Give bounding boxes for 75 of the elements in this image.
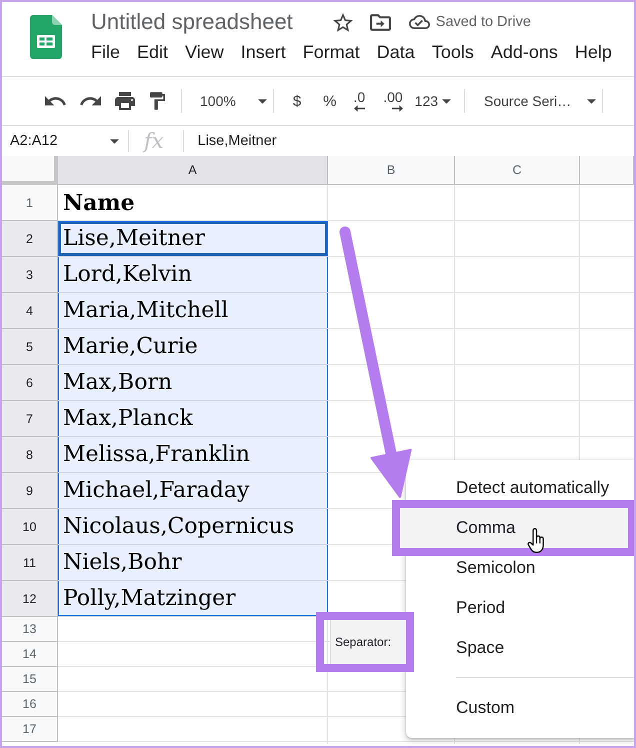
table-cell: Max,Born (58, 365, 328, 401)
format-button[interactable]: $ (284, 87, 310, 115)
cloud-check-icon (408, 15, 430, 29)
menu-item[interactable]: Format (302, 41, 360, 63)
table-cell: Niels,Bohr (58, 545, 328, 581)
zoom-dropdown[interactable]: 100% (188, 87, 267, 115)
table-cell: Max,Planck (58, 401, 328, 437)
caret-icon (587, 98, 596, 104)
row-header[interactable]: 2 (2, 221, 58, 257)
menu-item[interactable]: Semicolon (416, 556, 634, 580)
menu-item[interactable]: Period (416, 596, 634, 620)
column-header[interactable]: A (58, 156, 328, 185)
arrow-left-icon (354, 105, 366, 112)
row-header[interactable]: 11 (2, 545, 58, 581)
row-header[interactable]: 1 (2, 185, 58, 221)
arrow-right-icon (392, 105, 403, 112)
paint-roller-icon[interactable] (150, 92, 165, 110)
printer-icon[interactable] (115, 92, 135, 110)
column-header[interactable]: B (328, 156, 455, 185)
menu-item[interactable]: File (91, 41, 120, 63)
caret-icon (258, 98, 267, 104)
table-cell: Lord,Kelvin (58, 257, 328, 293)
save-status: Saved to Drive (436, 14, 531, 30)
hand-cursor-icon (527, 528, 544, 553)
table-cell: Michael,Faraday (58, 473, 328, 509)
caret-icon (110, 138, 119, 144)
table-cell: Nicolaus,Copernicus (58, 509, 328, 545)
table-cell: Marie,Curie (58, 329, 328, 365)
folder-arrow-icon[interactable] (370, 14, 391, 30)
star-icon[interactable] (332, 12, 353, 32)
menu-item[interactable]: Help (574, 41, 612, 63)
menu-item[interactable]: Data (376, 41, 415, 63)
table-cell: Melissa,Franklin (58, 437, 328, 473)
row-header[interactable]: 13 (2, 617, 58, 642)
table-cell: Lise,Meitner (58, 221, 328, 257)
decimal-button[interactable]: .0 (352, 87, 368, 115)
formula-field[interactable]: Lise,Meitner (184, 126, 634, 156)
menu-item[interactable]: Custom (416, 696, 634, 720)
name-box[interactable]: A2:A12 (2, 126, 128, 156)
row-header[interactable]: 17 (2, 717, 58, 742)
table-cell: Polly,Matzinger (58, 581, 328, 617)
row-header[interactable]: 3 (2, 257, 58, 293)
row-header[interactable]: 9 (2, 473, 58, 509)
row-header[interactable]: 7 (2, 401, 58, 437)
number-format-dropdown[interactable]: 123 (412, 87, 458, 115)
menu-item[interactable]: View (185, 41, 224, 63)
column-header[interactable]: C (455, 156, 580, 185)
menu-item[interactable]: Edit (137, 41, 168, 63)
menu-item[interactable]: Space (416, 636, 634, 660)
spreadsheet-icon[interactable] (30, 15, 62, 59)
document-title[interactable]: Untitled spreadsheet (91, 9, 293, 35)
caret-icon (442, 98, 452, 104)
separator-chip[interactable]: Separator: (330, 620, 406, 664)
row-header[interactable]: 15 (2, 667, 58, 692)
menu-item[interactable]: Detect automatically (416, 476, 634, 500)
row-header[interactable]: 16 (2, 692, 58, 717)
row-header[interactable]: 8 (2, 437, 58, 473)
function-label: fx (144, 128, 164, 154)
undo-icon[interactable] (45, 96, 66, 106)
row-header[interactable]: 5 (2, 329, 58, 365)
format-button[interactable]: % (314, 87, 346, 115)
table-cell-text: Name (62, 189, 136, 218)
redo-icon[interactable] (80, 96, 101, 106)
menu-item[interactable]: Add-ons (490, 41, 558, 63)
row-header[interactable]: 14 (2, 642, 58, 667)
row-header[interactable]: 10 (2, 509, 58, 545)
row-header[interactable]: 6 (2, 365, 58, 401)
table-cell: Maria,Mitchell (58, 293, 328, 329)
font-dropdown[interactable]: Source Seri… (471, 87, 596, 115)
menu-item[interactable]: Insert (240, 41, 286, 63)
row-header[interactable]: 12 (2, 581, 58, 617)
menu-item[interactable]: Comma (400, 508, 628, 548)
menu-item[interactable]: Tools (432, 41, 474, 63)
decimal-button[interactable]: .00 (381, 87, 405, 115)
row-header[interactable]: 4 (2, 293, 58, 329)
